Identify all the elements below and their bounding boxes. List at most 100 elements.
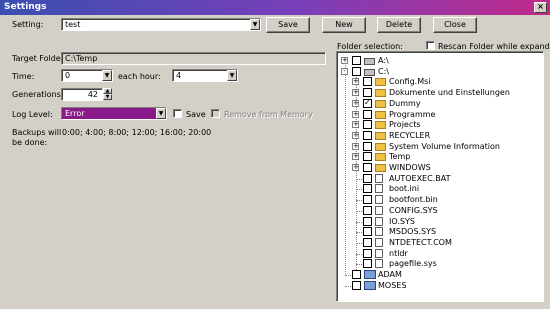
remove-from-memory-checkbox[interactable] xyxy=(211,109,220,118)
expand-icon[interactable]: + xyxy=(352,121,359,129)
log-level-label: Log Level: xyxy=(12,110,53,119)
rescan-checkbox[interactable] xyxy=(426,41,435,50)
spin-down-icon[interactable]: ▼ xyxy=(103,94,112,100)
log-level-select[interactable]: Error ▼ xyxy=(61,107,167,120)
tree-checkbox[interactable] xyxy=(363,120,372,130)
new-button[interactable]: New xyxy=(322,17,366,33)
save-button[interactable]: Save xyxy=(266,17,310,33)
tree-checkbox[interactable] xyxy=(363,259,372,269)
tree-item[interactable]: + Projects xyxy=(337,120,543,130)
folder-tree[interactable]: + A:\ - C:\ + Config.Msi + Dokumente und Einste… xyxy=(336,51,544,302)
expand-icon[interactable]: + xyxy=(352,131,359,139)
each-hour-select[interactable]: 4 ▼ xyxy=(172,69,238,82)
tree-item-label: ntldr xyxy=(389,248,408,258)
generations-spinner[interactable]: ▲ ▼ xyxy=(103,88,112,101)
tree-checkbox[interactable] xyxy=(363,152,372,162)
file-icon xyxy=(375,227,383,237)
save-log-label: Save xyxy=(186,110,206,119)
expand-icon[interactable]: + xyxy=(352,153,359,161)
file-icon xyxy=(375,205,383,215)
tree-checkbox[interactable] xyxy=(363,205,372,215)
tree-item[interactable]: ADAM xyxy=(337,270,543,280)
tree-item[interactable]: + WINDOWS xyxy=(337,163,543,173)
tree-item[interactable]: MOSES xyxy=(337,280,543,291)
folder-icon xyxy=(375,121,386,130)
chevron-down-icon[interactable]: ▼ xyxy=(227,70,237,81)
tree-checkbox[interactable] xyxy=(352,280,361,290)
setting-label: Setting: xyxy=(12,20,44,29)
setting-select[interactable]: test ▼ xyxy=(61,18,261,31)
tree-checkbox[interactable] xyxy=(363,184,372,194)
file-icon xyxy=(375,184,383,194)
tree-item-label: MOSES xyxy=(378,280,407,290)
tree-checkbox[interactable] xyxy=(363,77,372,87)
file-icon xyxy=(375,195,383,205)
folder-icon xyxy=(375,89,386,98)
tree-checkbox[interactable] xyxy=(363,88,372,98)
tree-item[interactable]: NTDETECT.COM xyxy=(337,237,543,248)
chevron-down-icon[interactable]: ▼ xyxy=(102,70,112,81)
tree-checkbox[interactable] xyxy=(363,173,372,183)
expand-icon[interactable]: + xyxy=(352,78,359,86)
tree-checkbox[interactable] xyxy=(363,227,372,237)
time-select[interactable]: 0 ▼ xyxy=(61,69,113,82)
tree-item[interactable]: ntldr xyxy=(337,248,543,259)
tree-item-label: Temp xyxy=(389,152,411,162)
tree-item[interactable]: + A:\ xyxy=(337,56,543,66)
generations-input[interactable]: 42 xyxy=(61,88,103,101)
expand-icon[interactable]: + xyxy=(352,99,359,107)
tree-item[interactable]: AUTOEXEC.BAT xyxy=(337,173,543,184)
folder-icon xyxy=(375,99,386,108)
tree-checkbox[interactable] xyxy=(363,237,372,247)
file-icon xyxy=(375,173,383,183)
tree-item[interactable]: + RECYCLER xyxy=(337,130,543,141)
tree-item[interactable]: - C:\ xyxy=(337,66,543,77)
chevron-down-icon[interactable]: ▼ xyxy=(156,108,166,119)
network-icon xyxy=(364,270,376,279)
tree-item-label: CONFIG.SYS xyxy=(389,205,438,215)
tree-item[interactable]: CONFIG.SYS xyxy=(337,205,543,216)
expand-icon[interactable]: + xyxy=(352,110,359,118)
tree-item[interactable]: + Dokumente und Einstellungen xyxy=(337,88,543,98)
tree-checkbox[interactable] xyxy=(352,66,361,76)
delete-button[interactable]: Delete xyxy=(377,17,421,33)
tree-item[interactable]: bootfont.bin xyxy=(337,195,543,205)
tree-item[interactable]: pagefile.sys xyxy=(337,259,543,269)
tree-item[interactable]: + Temp xyxy=(337,152,543,162)
generations-label: Generations: xyxy=(12,90,64,99)
tree-checkbox[interactable] xyxy=(352,56,361,65)
tree-checkbox[interactable] xyxy=(363,109,372,119)
tree-item[interactable]: MSDOS.SYS xyxy=(337,227,543,237)
tree-checkbox[interactable] xyxy=(363,141,372,151)
tree-item-label: boot.ini xyxy=(389,184,420,194)
tree-checkbox[interactable] xyxy=(363,163,372,172)
chevron-down-icon[interactable]: ▼ xyxy=(250,19,260,30)
close-window-icon[interactable]: × xyxy=(534,2,547,13)
file-icon xyxy=(375,248,383,258)
tree-item-label: Projects xyxy=(389,120,421,130)
tree-item[interactable]: + Config.Msi xyxy=(337,77,543,87)
tree-item[interactable]: + Programme xyxy=(337,109,543,120)
tree-item[interactable]: IO.SYS xyxy=(337,216,543,227)
expand-icon[interactable]: + xyxy=(341,57,348,64)
close-button[interactable]: Close xyxy=(433,17,477,33)
folder-icon xyxy=(375,78,386,87)
tree-item[interactable]: + Dummy xyxy=(337,98,543,109)
collapse-icon[interactable]: - xyxy=(341,67,348,75)
target-folder-field[interactable]: C:\Temp xyxy=(61,52,326,65)
tree-item-label: RECYCLER xyxy=(389,130,431,140)
tree-checkbox[interactable] xyxy=(363,248,372,258)
tree-checkbox[interactable] xyxy=(363,195,372,205)
tree-checkbox[interactable] xyxy=(363,98,372,108)
tree-item-label: bootfont.bin xyxy=(389,195,438,205)
tree-checkbox[interactable] xyxy=(352,270,361,279)
expand-icon[interactable]: + xyxy=(352,164,359,171)
tree-item-label: AUTOEXEC.BAT xyxy=(389,173,451,183)
tree-checkbox[interactable] xyxy=(363,130,372,140)
tree-checkbox[interactable] xyxy=(363,216,372,226)
expand-icon[interactable]: + xyxy=(352,89,359,97)
tree-item[interactable]: + System Volume Information xyxy=(337,141,543,152)
tree-item[interactable]: boot.ini xyxy=(337,184,543,194)
expand-icon[interactable]: + xyxy=(352,142,359,150)
save-log-checkbox[interactable] xyxy=(173,109,182,118)
